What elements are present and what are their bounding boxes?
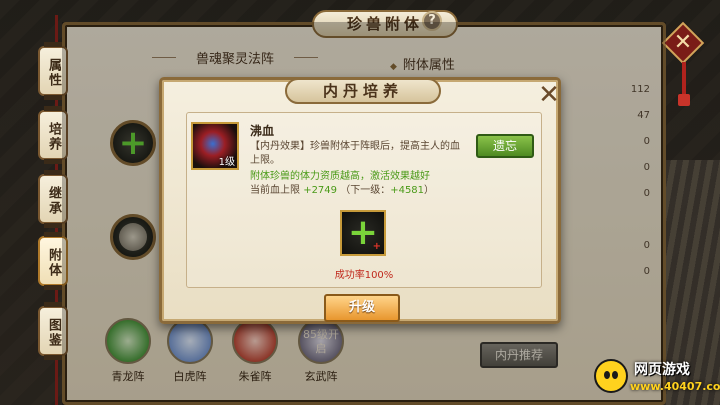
core-item-icon[interactable]: 1级	[191, 122, 239, 170]
stat-value: +2749	[303, 185, 338, 196]
core-cultivate-dialog: 内丹培养 ✕ 1级 沸血 【内丹效果】珍兽附体于阵眼后，提高主人的血上限。 附体…	[159, 77, 561, 324]
core-description: 【内丹效果】珍兽附体于阵眼后，提高主人的血上限。	[250, 141, 460, 166]
close-icon: ✕	[673, 30, 693, 55]
slot-badge: +	[372, 241, 381, 252]
dialog-title: 内丹培养	[285, 78, 441, 104]
watermark-title: 网页游戏	[634, 362, 690, 378]
dialog-close-button[interactable]: ✕	[538, 82, 560, 108]
stat-next-value: +4581	[390, 185, 425, 196]
stat-next-close: ）	[424, 185, 435, 196]
material-slot[interactable]: + +	[340, 210, 386, 256]
site-watermark: 网页游戏 www.40407.com	[594, 355, 720, 401]
tassel-decoration	[678, 62, 690, 106]
mascot-logo-icon	[594, 359, 628, 393]
core-stat-line: 当前血上限 +2749 （下一级：+4581）	[250, 181, 434, 196]
watermark-url: www.40407.com	[630, 380, 720, 393]
success-rate: 成功率100%	[334, 270, 394, 281]
forget-button[interactable]: 遗忘	[476, 134, 534, 158]
stat-label: 当前血上限	[250, 185, 300, 196]
upgrade-button[interactable]: 升级	[324, 294, 400, 322]
stat-next-label: （下一级：	[340, 185, 391, 196]
core-level-badge: 1级	[218, 157, 235, 168]
core-name: 沸血	[250, 124, 275, 138]
core-tip: 附体珍兽的体力资质越高，激活效果越好	[250, 171, 430, 182]
